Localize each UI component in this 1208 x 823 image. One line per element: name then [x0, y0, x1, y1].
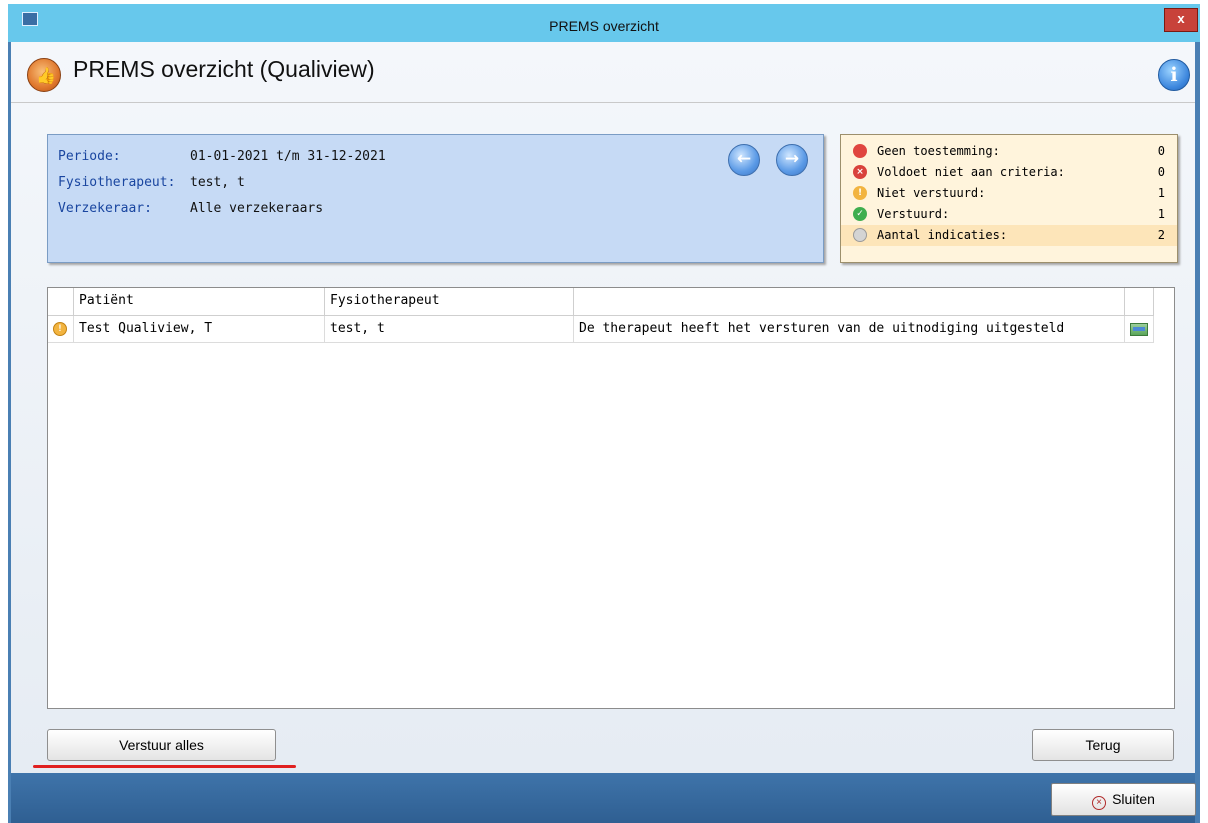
gray-circle-icon	[853, 228, 867, 242]
status-row-verstuurd: ✓ Verstuurd: 1	[841, 204, 1177, 225]
column-header-fysiotherapeut[interactable]: Fysiotherapeut	[325, 288, 574, 315]
terug-button[interactable]: Terug	[1032, 729, 1174, 761]
window-body: 👍 PREMS overzicht (Qualiview) i Periode:…	[11, 42, 1195, 773]
table-header: Patiënt Fysiotherapeut	[48, 288, 1154, 316]
status-row-geen-toestemming: Geen toestemming: 0	[841, 141, 1177, 162]
column-header-status[interactable]	[48, 288, 74, 315]
verstuur-alles-button[interactable]: Verstuur alles	[47, 729, 276, 761]
warning-icon: !	[853, 186, 867, 200]
verzekeraar-label: Verzekeraar:	[58, 201, 152, 216]
patient-cell: Test Qualiview, T	[74, 316, 325, 342]
status-label: Niet verstuurd:	[877, 186, 986, 200]
column-header-message[interactable]	[574, 288, 1125, 315]
page-title: PREMS overzicht (Qualiview)	[73, 56, 375, 82]
column-header-patient[interactable]: Patiënt	[74, 288, 325, 315]
red-circle-icon	[853, 144, 867, 158]
prems-window: PREMS overzicht x 👍 PREMS overzicht (Qua…	[8, 4, 1200, 823]
status-label: Voldoet niet aan criteria:	[877, 165, 1065, 179]
status-count: 1	[1157, 186, 1165, 200]
fysiotherapeut-cell: test, t	[325, 316, 574, 342]
close-circle-icon: ×	[1092, 796, 1107, 810]
sluiten-label: Sluiten	[1112, 791, 1155, 807]
send-icon[interactable]	[1130, 323, 1148, 336]
table-row[interactable]: ! Test Qualiview, T test, t De therapeut…	[48, 316, 1154, 343]
status-count: 2	[1157, 228, 1165, 242]
status-summary-panel: Geen toestemming: 0 × Voldoet niet aan c…	[840, 134, 1178, 263]
status-row-voldoet-niet: × Voldoet niet aan criteria: 0	[841, 162, 1177, 183]
footer-bar: × Sluiten	[11, 773, 1196, 823]
title-bar: PREMS overzicht x	[8, 4, 1200, 42]
periode-value: 01-01-2021 t/m 31-12-2021	[190, 149, 386, 164]
sluiten-button[interactable]: × Sluiten	[1051, 783, 1196, 816]
column-header-action[interactable]	[1125, 288, 1154, 315]
status-count: 0	[1157, 165, 1165, 179]
window-title: PREMS overzicht	[549, 18, 659, 34]
status-label: Verstuurd:	[877, 207, 950, 221]
fysiotherapeut-label: Fysiotherapeut:	[58, 175, 176, 190]
indications-table: Patiënt Fysiotherapeut ! Test Qualiview,…	[47, 287, 1175, 709]
page-header: 👍 PREMS overzicht (Qualiview) i	[11, 42, 1195, 103]
check-icon: ✓	[853, 207, 867, 221]
red-x-icon: ×	[853, 165, 867, 179]
highlight-underline	[33, 765, 296, 768]
status-label: Geen toestemming:	[877, 144, 1000, 158]
info-icon[interactable]: i	[1158, 59, 1190, 91]
status-label: Aantal indicaties:	[877, 228, 1008, 242]
verzekeraar-value: Alle verzekeraars	[190, 201, 324, 216]
thumbs-up-icon: 👍	[27, 58, 61, 92]
status-count: 1	[1157, 207, 1165, 221]
fysiotherapeut-value: test, t	[190, 175, 245, 190]
filter-panel: Periode: 01-01-2021 t/m 31-12-2021 Fysio…	[47, 134, 824, 263]
row-status-cell: !	[48, 316, 74, 342]
status-row-aantal-indicaties: Aantal indicaties: 2	[841, 225, 1177, 246]
status-row-niet-verstuurd: ! Niet verstuurd: 1	[841, 183, 1177, 204]
periode-label: Periode:	[58, 149, 121, 164]
status-count: 0	[1157, 144, 1165, 158]
previous-period-button[interactable]: ←	[728, 144, 760, 176]
next-period-button[interactable]: →	[776, 144, 808, 176]
close-button[interactable]: x	[1164, 8, 1198, 32]
warning-icon: !	[53, 322, 67, 336]
message-cell: De therapeut heeft het versturen van de …	[574, 316, 1125, 342]
